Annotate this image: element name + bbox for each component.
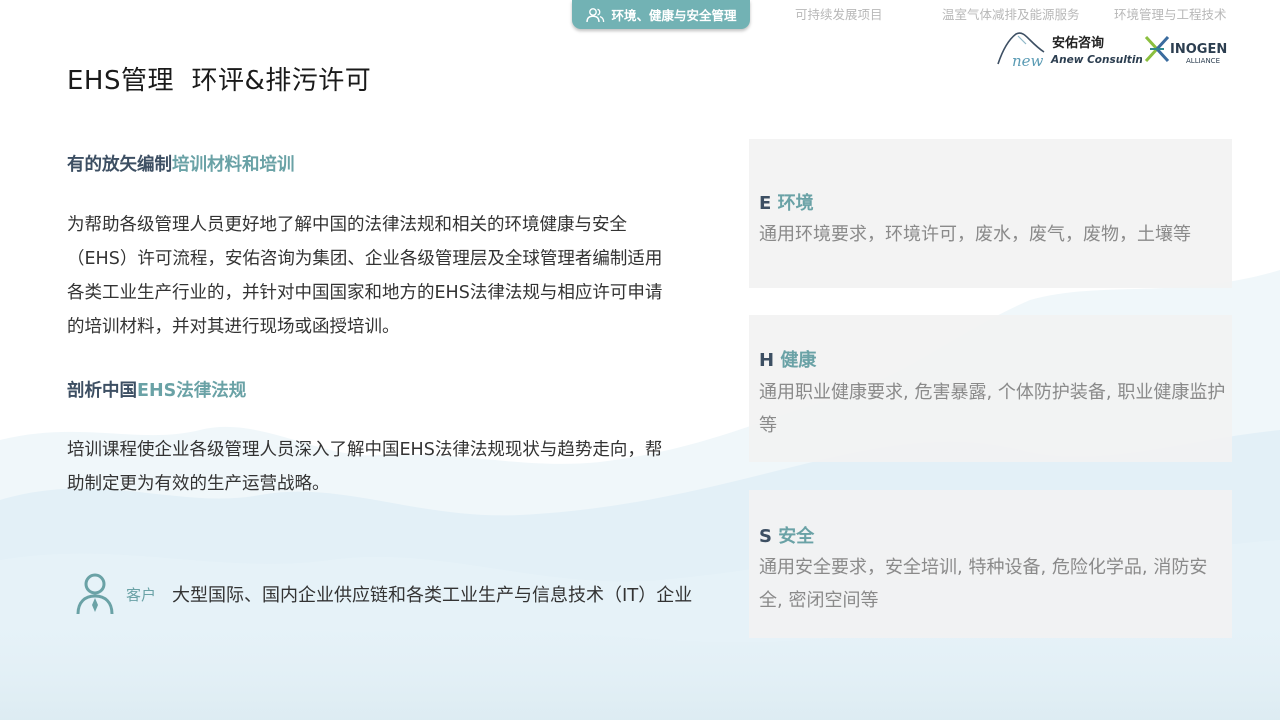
page-title: EHS管理 环评&排污许可 [67,60,371,97]
page-title-text: EHS管理 环评&排污许可 [67,66,372,96]
card-health-word: 健康 [780,350,817,371]
card-safety-desc: 通用安全要求，安全培训, 特种设备, 危险化学品, 消防安全, 密闭空间等 [759,557,1208,611]
inogen-alliance-logo: INOGEN ALLIANCE [1144,35,1227,65]
section1-body: 为帮助各级管理人员更好地了解中国的法律法规和相关的环境健康与安全（EHS）许可流… [67,215,663,337]
section2-heading-teal: EHS法律法规 [137,381,247,401]
inogen-name: INOGEN [1170,42,1227,57]
card-health-title: H 健康 [759,346,816,372]
card-environment-letter: E [759,193,772,214]
anew-mark: new [1012,52,1044,70]
nav-tab-env-engineering[interactable]: 环境管理与工程技术 [1114,4,1227,23]
anew-en-name: Anew Consulting [1050,54,1142,66]
card-safety: S 安全 通用安全要求，安全培训, 特种设备, 危险化学品, 消防安全, 密闭空… [749,490,1232,638]
users-icon [586,7,605,22]
card-safety-title: S 安全 [759,522,814,548]
client-person-icon [76,573,114,615]
anew-cn-name: 安佑咨询 [1052,35,1104,51]
card-environment-desc: 通用环境要求，环境许可，废水，废气，废物，土壤等 [759,224,1191,245]
section2-heading: 剖析中国EHS法律法规 [67,377,246,402]
card-safety-letter: S [759,526,772,547]
card-health: H 健康 通用职业健康要求, 危害暴露, 个体防护装备, 职业健康监护等 [749,315,1232,462]
card-health-letter: H [759,350,775,371]
section1-heading: 有的放矢编制培训材料和培训 [67,151,295,176]
nav-tab-sustainability[interactable]: 可持续发展项目 [795,4,883,23]
card-environment-word: 环境 [777,193,814,214]
nav-tab-ehs-label: 环境、健康与安全管理 [611,8,737,23]
section2-heading-dark: 剖析中国 [67,381,137,401]
inogen-sub: ALLIANCE [1186,57,1220,65]
nav-tab-ghg-energy[interactable]: 温室气体减排及能源服务 [942,4,1080,23]
section2-body: 培训课程使企业各级管理人员深入了解中国EHS法律法规现状与趋势走向，帮助制定更为… [67,440,663,494]
anew-consulting-logo: new 安佑咨询 Anew Consulting [997,32,1142,70]
card-environment-title: E 环境 [759,189,814,215]
section1-heading-dark: 有的放矢编制 [67,155,172,175]
card-environment: E 环境 通用环境要求，环境许可，废水，废气，废物，土壤等 [749,139,1232,288]
section1-heading-teal: 培训材料和培训 [172,155,295,175]
card-health-desc: 通用职业健康要求, 危害暴露, 个体防护装备, 职业健康监护等 [759,382,1226,436]
client-label: 客户 [126,586,157,604]
nav-tab-ehs[interactable]: 环境、健康与安全管理 [572,0,750,29]
client-text: 大型国际、国内企业供应链和各类工业生产与信息技术（IT）企业 [172,585,693,606]
card-safety-word: 安全 [778,526,815,547]
